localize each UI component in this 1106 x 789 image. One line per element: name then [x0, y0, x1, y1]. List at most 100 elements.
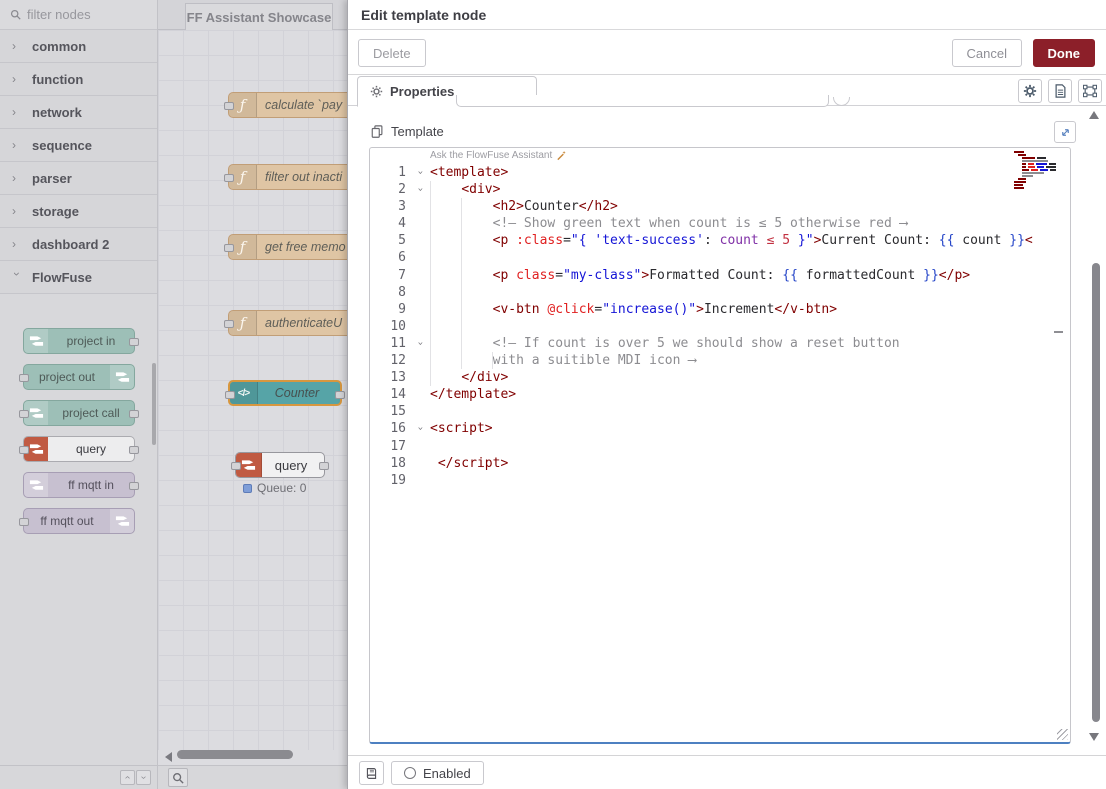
node-help-button[interactable]: [359, 761, 384, 785]
flow-node-get-free-memo[interactable]: ƒget free memo: [228, 234, 347, 260]
palette-category-storage[interactable]: ›storage: [0, 195, 157, 228]
code-line[interactable]: 11› <!— If count is over 5 we should sho…: [370, 335, 1070, 352]
code-line[interactable]: 14</template>: [370, 386, 1070, 403]
minimap-row: [1012, 157, 1056, 159]
palette-category-flowfuse[interactable]: ›FlowFuse: [0, 261, 157, 294]
node-port-right[interactable]: [335, 391, 345, 399]
tab-ff-assistant-showcase[interactable]: FF Assistant Showcase: [185, 3, 333, 30]
done-button[interactable]: Done: [1033, 39, 1096, 67]
node-port-right[interactable]: [129, 338, 139, 346]
palette-node-ff-mqtt-out[interactable]: ff mqtt out: [23, 508, 135, 534]
cancel-button[interactable]: Cancel: [952, 39, 1022, 67]
indent-guide: [430, 198, 431, 215]
palette-category-common[interactable]: ›common: [0, 30, 157, 63]
code-line[interactable]: 8: [370, 284, 1070, 301]
code-line[interactable]: 9 <v-btn @click="increase()">Increment</…: [370, 301, 1070, 318]
palette-node-ff-mqtt-in[interactable]: ff mqtt in: [23, 472, 135, 498]
code-line[interactable]: 18 </script>: [370, 455, 1070, 472]
code-line[interactable]: 6: [370, 249, 1070, 266]
fold-chevron-icon[interactable]: ›: [411, 165, 428, 181]
palette-category-network[interactable]: ›network: [0, 96, 157, 129]
code-line[interactable]: 13 </div>: [370, 369, 1070, 386]
indent-guide: [461, 284, 462, 301]
node-port-left[interactable]: [19, 410, 29, 418]
node-port-left[interactable]: [224, 244, 234, 252]
editor-minimap[interactable]: [1012, 151, 1056, 190]
node-port-left[interactable]: [224, 102, 234, 110]
palette-collapse-up-button[interactable]: ›: [120, 770, 135, 785]
panel-scrollbar-thumb[interactable]: [1092, 263, 1100, 722]
hscroll-thumb[interactable]: [177, 750, 293, 759]
editor-resize-grip[interactable]: [1057, 729, 1068, 740]
node-port-left[interactable]: [19, 446, 29, 454]
code-line[interactable]: 4 <!— Show green text when count is ≤ 5 …: [370, 215, 1070, 232]
panel-scroll-up-icon[interactable]: [1089, 111, 1099, 119]
flow-node-calculate-pay[interactable]: ƒcalculate `pay: [228, 92, 347, 118]
palette-node-project-out[interactable]: project out: [23, 364, 135, 390]
code-line[interactable]: 2› <div>: [370, 181, 1070, 198]
palette-node-project-call[interactable]: project call: [23, 400, 135, 426]
assistant-placeholder[interactable]: Ask the FlowFuse Assistant: [430, 150, 567, 161]
description-tab-button[interactable]: [1048, 79, 1072, 103]
code-line[interactable]: 12 with a suitible MDI icon ⟶: [370, 352, 1070, 369]
code-line[interactable]: 1›<template>: [370, 164, 1070, 181]
code-line[interactable]: 17: [370, 438, 1070, 455]
palette-category-parser[interactable]: ›parser: [0, 162, 157, 195]
node-port-left[interactable]: [231, 462, 241, 470]
code-line[interactable]: 15: [370, 403, 1070, 420]
palette-category-function[interactable]: ›function: [0, 63, 157, 96]
code-line[interactable]: 7 <p class="my-class">Formatted Count: {…: [370, 267, 1070, 284]
node-enabled-toggle[interactable]: Enabled: [391, 761, 484, 785]
enabled-status-icon: [404, 767, 416, 779]
code-line[interactable]: 10: [370, 318, 1070, 335]
fold-chevron-icon[interactable]: ›: [411, 421, 428, 437]
hscroll-left-arrow-icon[interactable]: [165, 752, 172, 762]
palette-category-dashboard-2[interactable]: ›dashboard 2: [0, 228, 157, 261]
token-comment: <!— If count is over 5 we should show a …: [493, 336, 900, 351]
flow-node-query[interactable]: query: [235, 452, 325, 478]
node-port-right[interactable]: [129, 410, 139, 418]
node-port-right[interactable]: [319, 462, 329, 470]
chevron-up-icon: ›: [122, 776, 133, 779]
flow-node-counter[interactable]: </>Counter: [228, 380, 342, 406]
panel-scroll-down-icon[interactable]: [1089, 733, 1099, 741]
minimap-bar: [1022, 157, 1035, 159]
code-text: <!— Show green text when count is ≤ 5 ot…: [428, 215, 1070, 232]
line-number: 19: [370, 472, 412, 489]
appearance-tab-button[interactable]: [1078, 79, 1102, 103]
node-port-left[interactable]: [224, 174, 234, 182]
minimap-bar: [1022, 175, 1033, 177]
palette-filter[interactable]: filter nodes: [0, 0, 157, 30]
palette-node-project-in[interactable]: project in: [23, 328, 135, 354]
editor-expand-button[interactable]: [1054, 121, 1076, 143]
flow-node-filter-out-inacti[interactable]: ƒfilter out inacti: [228, 164, 347, 190]
code-line[interactable]: 19: [370, 472, 1070, 489]
palette-category-label: function: [32, 72, 83, 87]
palette-scrollbar-thumb[interactable]: [152, 363, 156, 445]
palette-collapse-down-button[interactable]: ›: [136, 770, 151, 785]
minimap-bar: [1049, 163, 1056, 165]
node-port-left[interactable]: [19, 374, 29, 382]
fold-chevron-icon[interactable]: ›: [411, 335, 428, 351]
token-plain: Counter: [524, 199, 579, 214]
node-port-right[interactable]: [129, 446, 139, 454]
code-line[interactable]: 16›<script>: [370, 420, 1070, 437]
template-code-editor[interactable]: Ask the FlowFuse Assistant 1›<template>2…: [369, 147, 1071, 744]
flow-node-authenticateu[interactable]: ƒauthenticateU: [228, 310, 347, 336]
code-line[interactable]: 5 <p :class="{ 'text-success': count ≤ 5…: [370, 232, 1070, 249]
fold-chevron-icon[interactable]: ›: [411, 182, 428, 198]
delete-button[interactable]: Delete: [358, 39, 426, 67]
minimap-row: [1012, 178, 1056, 180]
code-line[interactable]: 3 <h2>Counter</h2>: [370, 198, 1070, 215]
workspace-zoom-search-button[interactable]: [168, 768, 188, 787]
palette-node-query[interactable]: query: [23, 436, 135, 462]
node-port-right[interactable]: [129, 482, 139, 490]
node-port-left[interactable]: [225, 391, 235, 399]
palette-category-sequence[interactable]: ›sequence: [0, 129, 157, 162]
node-port-left[interactable]: [224, 320, 234, 328]
minimap-bar: [1022, 160, 1048, 162]
properties-tab-button[interactable]: [1018, 79, 1042, 103]
code-lines[interactable]: 1›<template>2› <div>3 <h2>Counter</h2>4 …: [370, 164, 1070, 489]
node-port-left[interactable]: [19, 518, 29, 526]
code-text: [428, 318, 1070, 335]
